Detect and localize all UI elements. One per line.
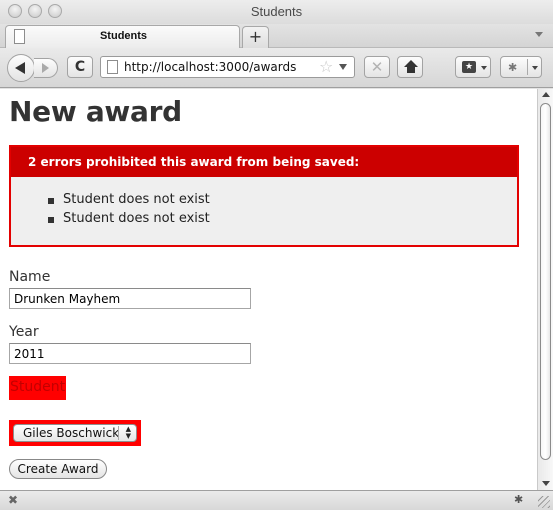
browser-window: Students Students + C http://localhost:3… <box>0 0 553 510</box>
student-label: Student <box>9 376 67 400</box>
error-item: Student does not exist <box>48 192 517 211</box>
error-item: Student does not exist <box>48 211 517 230</box>
stop-icon: ✕ <box>370 58 384 76</box>
name-field[interactable] <box>9 288 251 309</box>
tab-label: Students <box>99 30 148 42</box>
tab-strip: Students + <box>0 24 553 48</box>
tab-list-dropdown-icon[interactable] <box>535 32 543 37</box>
select-arrows-icon: ▲ ▼ <box>125 425 131 440</box>
scroll-up-icon[interactable] <box>542 92 550 97</box>
url-input[interactable]: http://localhost:3000/awards <box>124 60 296 74</box>
vertical-scrollbar[interactable] <box>537 89 553 490</box>
year-field[interactable] <box>9 343 251 364</box>
new-tab-button[interactable]: + <box>242 26 269 48</box>
page-title: New award <box>9 95 182 128</box>
url-bar[interactable]: http://localhost:3000/awards ☆ <box>100 56 355 78</box>
bookmarks-button[interactable]: ★ <box>455 56 491 78</box>
page-icon <box>107 60 118 74</box>
chevron-down-icon[interactable] <box>532 66 538 70</box>
student-selected-value: Giles Boschwick <box>23 426 120 440</box>
navigation-toolbar: C http://localhost:3000/awards ☆ ✕ ★ ✱ <box>0 48 553 88</box>
student-select[interactable]: Giles Boschwick ▲ ▼ <box>13 424 137 442</box>
name-label: Name <box>9 269 51 285</box>
status-bar: ✖ ✱ <box>0 490 553 510</box>
firebug-status-icon[interactable]: ✱ <box>514 493 523 506</box>
resize-grip-icon[interactable] <box>538 496 550 508</box>
bookmark-star-icon[interactable]: ☆ <box>319 57 333 76</box>
error-explanation: 2 errors prohibited this award from bein… <box>9 145 519 247</box>
chevron-down-icon <box>481 66 487 70</box>
close-addon-bar-icon[interactable]: ✖ <box>8 493 18 507</box>
year-label: Year <box>9 324 39 340</box>
scrollbar-thumb[interactable] <box>540 103 551 460</box>
student-field-error-wrapper: Giles Boschwick ▲ ▼ <box>9 420 141 446</box>
url-history-dropdown-icon[interactable] <box>339 64 347 70</box>
scroll-down-icon[interactable] <box>542 481 550 486</box>
home-button[interactable] <box>397 56 423 78</box>
error-list: Student does not exist Student does not … <box>11 177 517 230</box>
firebug-button[interactable]: ✱ <box>500 56 542 78</box>
firebug-icon: ✱ <box>508 61 518 74</box>
bookmarks-icon: ★ <box>462 61 476 73</box>
reload-icon: C <box>74 59 86 75</box>
error-summary-heading: 2 errors prohibited this award from bein… <box>11 147 517 177</box>
title-bar: Students <box>0 0 553 24</box>
tab-students[interactable]: Students <box>5 25 240 48</box>
stop-button[interactable]: ✕ <box>364 56 390 78</box>
window-title: Students <box>250 4 303 19</box>
page-content: New award 2 errors prohibited this award… <box>0 89 537 490</box>
back-button[interactable] <box>7 54 35 82</box>
create-award-button[interactable]: Create Award <box>9 459 107 479</box>
divider <box>527 59 528 75</box>
reload-button[interactable]: C <box>67 56 93 78</box>
forward-button[interactable] <box>34 58 58 78</box>
divider <box>118 426 119 440</box>
